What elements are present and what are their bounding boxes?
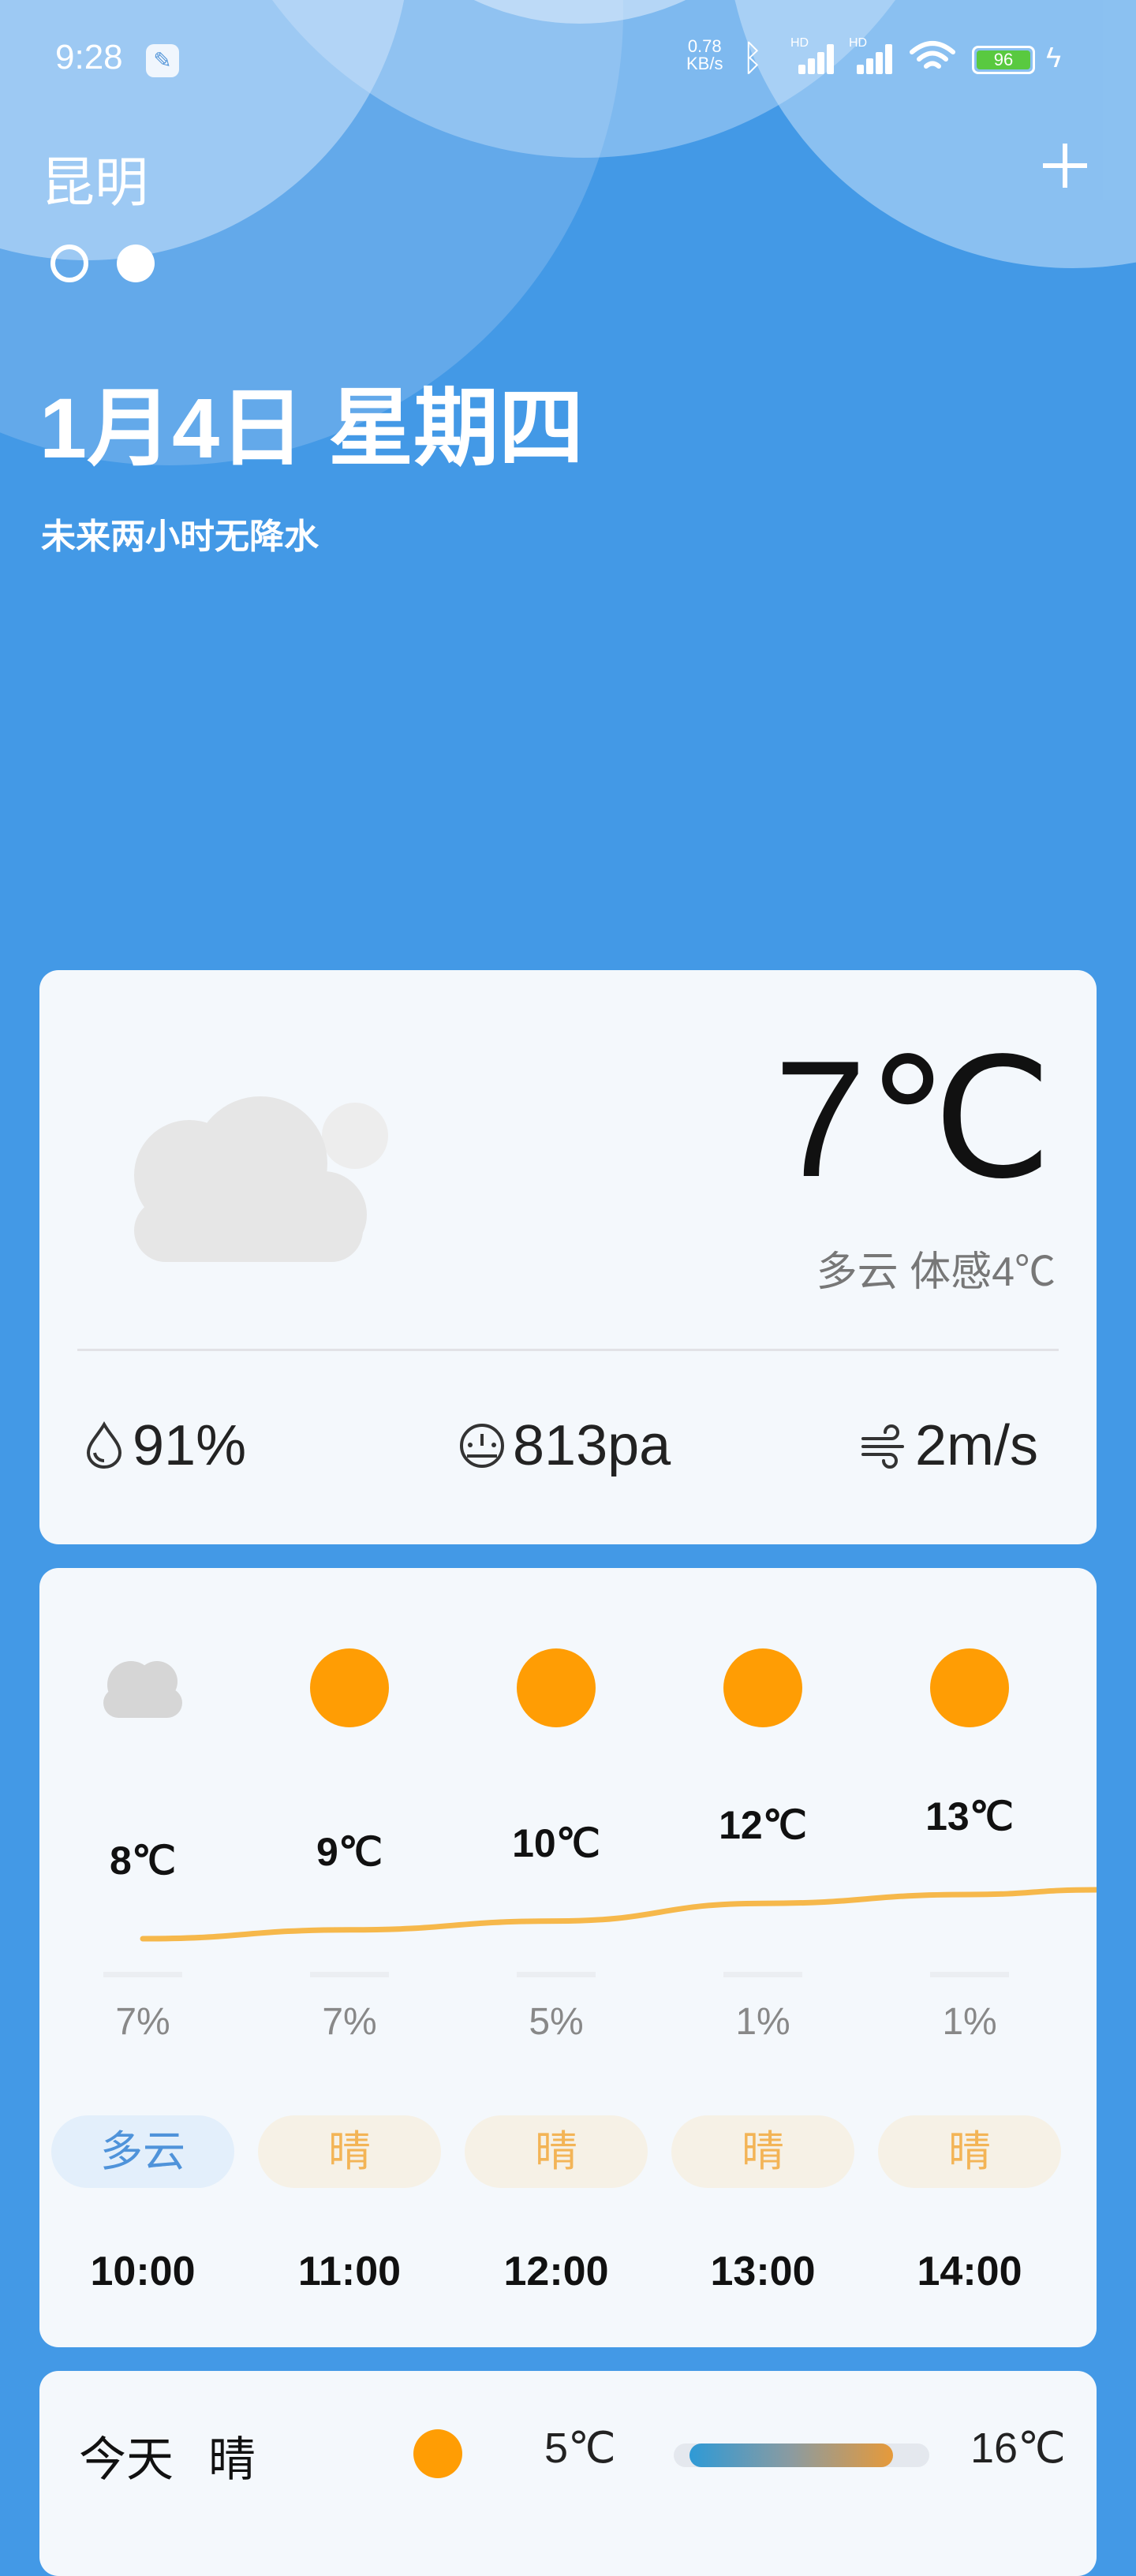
battery-icon: 96 [972, 46, 1035, 74]
sun-icon [517, 1648, 596, 1727]
hour-temperature: 9℃ [316, 1829, 383, 1874]
sun-icon [413, 2429, 462, 2478]
hour-item[interactable]: 9℃ 7% 晴 11:00 [246, 1568, 453, 2347]
network-speed-value: 0.78 [687, 36, 722, 56]
hour-condition-pill: 晴 [258, 2115, 441, 2188]
precip-bar [930, 1972, 1009, 1977]
sun-icon [930, 1648, 1009, 1727]
page-indicator-dot[interactable] [50, 245, 88, 282]
add-city-button[interactable] [1033, 134, 1097, 197]
hour-condition-pill: 多云 [51, 2115, 234, 2188]
hour-precip-chance: 1% [942, 2001, 997, 2043]
humidity-icon [86, 1421, 122, 1469]
hour-precip-chance: 1% [735, 2001, 790, 2043]
signal-icon: HD [849, 36, 899, 74]
hour-precip-chance: 7% [322, 2001, 377, 2043]
page-indicator-dot-active[interactable] [117, 245, 155, 282]
humidity-metric: 91% [84, 1410, 289, 1481]
humidity-value: 91% [133, 1414, 247, 1477]
hour-time: 13:00 [710, 2249, 816, 2294]
date-heading: 1月4日 星期四 [39, 380, 585, 476]
daily-forecast-card[interactable]: 今天 晴 5℃ 16℃ [39, 2371, 1097, 2576]
forecast-high-temp: 16℃ [970, 2425, 1066, 2472]
forecast-low-temp: 5℃ [544, 2425, 616, 2472]
precip-bar [517, 1972, 596, 1977]
hour-temperature: 8℃ [110, 1839, 176, 1883]
wrench-icon: ✎ [146, 44, 179, 77]
battery-level: 96 [977, 50, 1030, 69]
hour-item[interactable]: 10℃ 5% 晴 12:00 [453, 1568, 660, 2347]
hour-time: 12:00 [503, 2249, 609, 2294]
precip-bar [723, 1972, 802, 1977]
hour-item[interactable]: 13℃ 1% 晴 14:00 [866, 1568, 1073, 2347]
hour-condition-pill: 晴 [878, 2115, 1061, 2188]
forecast-day: 今天 [79, 2433, 174, 2486]
hour-time: 10:00 [90, 2249, 196, 2294]
cloud-icon [134, 1096, 388, 1262]
cloud-icon [103, 1661, 182, 1718]
precip-bar [103, 1972, 182, 1977]
wifi-icon [910, 41, 955, 69]
signal-hd-label: HD [849, 36, 868, 50]
hourly-forecast-card[interactable]: 8℃ 7% 多云 10:00 9℃ 7% 晴 11:00 10℃ 5% 晴 12… [39, 1568, 1097, 2347]
network-speed-unit: KB/s [686, 54, 723, 73]
forecast-condition: 晴 [208, 2433, 256, 2486]
hour-condition-pill: 晴 [671, 2115, 854, 2188]
bluetooth-icon: ᛒ [742, 37, 764, 78]
current-weather-card[interactable]: 7℃ 多云 体感4℃ 91% 813pa 2m/s [39, 970, 1097, 1544]
status-time: 9:28 [55, 38, 123, 77]
temperature-range-bar [674, 2443, 929, 2467]
divider [77, 1349, 1059, 1351]
city-title[interactable]: 昆明 [41, 139, 148, 217]
wind-icon [861, 1424, 904, 1469]
precipitation-note: 未来两小时无降水 [41, 517, 319, 556]
hour-condition-pill: 晴 [465, 2115, 648, 2188]
sun-icon [310, 1648, 389, 1727]
hour-temperature: 13℃ [925, 1794, 1014, 1839]
sun-icon [723, 1648, 802, 1727]
network-speed: 0.78 KB/s [686, 38, 723, 73]
pressure-gauge-icon [460, 1424, 504, 1468]
current-description: 多云 体感4℃ [816, 1249, 1056, 1295]
signal-icon: HD [790, 36, 841, 74]
current-temperature: 7℃ [774, 1026, 1052, 1211]
signal-hd-label: HD [790, 36, 809, 50]
hour-temperature: 10℃ [512, 1820, 600, 1865]
wind-metric: 2m/s [860, 1410, 1065, 1481]
charging-icon: ϟ [1046, 41, 1062, 73]
hour-precip-chance: 5% [529, 2001, 584, 2043]
hour-time: 11:00 [297, 2249, 402, 2294]
precip-bar [310, 1972, 389, 1977]
pressure-metric: 813pa [458, 1410, 742, 1481]
hour-precip-chance: 7% [115, 2001, 170, 2043]
hour-time: 14:00 [917, 2249, 1022, 2294]
hour-item[interactable]: 12℃ 1% 晴 13:00 [660, 1568, 866, 2347]
wind-value: 2m/s [915, 1414, 1039, 1477]
pressure-value: 813pa [513, 1414, 671, 1477]
hour-item[interactable]: 8℃ 7% 多云 10:00 [39, 1568, 246, 2347]
status-bar: 9:28 ✎ 0.78 KB/s ᛒ HD HD 96 ϟ [0, 0, 1136, 110]
temperature-range-fill [689, 2443, 893, 2467]
hour-temperature: 12℃ [719, 1803, 807, 1848]
